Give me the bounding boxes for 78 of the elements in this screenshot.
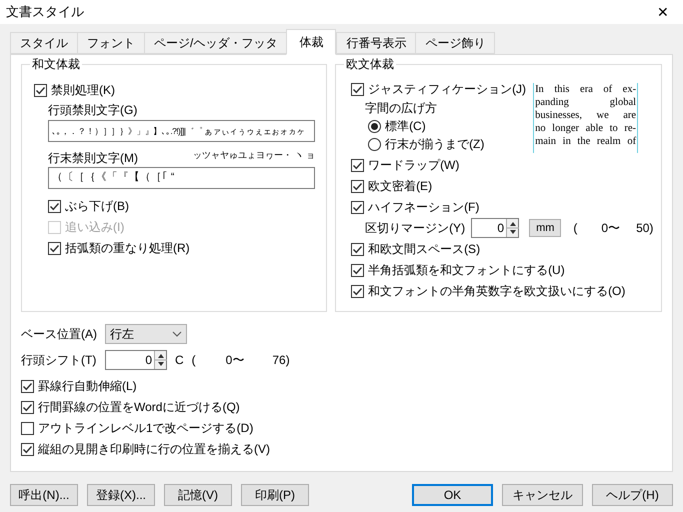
checkbox-label: ぶら下げ(B) <box>65 198 129 215</box>
unit-text: C <box>175 352 184 369</box>
checkbox-label: 括弧類の重なり処理(R) <box>65 240 190 257</box>
checkbox-label: 半角括弧類を和文フォントにする(U) <box>368 262 565 279</box>
checkbox-label: 欧文密着(E) <box>368 178 432 195</box>
checkbox[interactable] <box>34 84 47 96</box>
preview-line: In this era of ex- <box>535 83 636 96</box>
range-text: 50) <box>636 220 654 237</box>
checkbox[interactable] <box>21 380 34 392</box>
checkbox-label: ワードラップ(W) <box>368 157 460 174</box>
spin-box[interactable]: 0 <box>471 218 520 238</box>
dialog-button[interactable]: 呼出(N)... <box>10 484 78 506</box>
preview-line: panding global <box>535 96 636 109</box>
checkbox[interactable] <box>48 242 61 254</box>
checkbox[interactable] <box>351 284 364 298</box>
field-label: 行頭シフト(T) <box>21 352 98 369</box>
dialog-button[interactable]: 印刷(P) <box>241 484 309 506</box>
checkbox-label: 和文フォントの半角英数字を欧文扱いにする(O) <box>368 283 626 300</box>
group-title: 欧文体裁 <box>344 57 396 71</box>
checkbox-label: 禁則処理(K) <box>51 82 115 99</box>
input-field[interactable]: （〔［｛《「『【（［｢ “ <box>48 167 315 189</box>
range-text: 0〜 <box>226 352 244 369</box>
radio-label: 行末が揃うまで(Z) <box>385 136 484 153</box>
preview-line: no longer able to re- <box>535 122 636 135</box>
group-title: 和文体裁 <box>30 57 82 71</box>
checkbox[interactable] <box>21 400 34 414</box>
checkbox[interactable] <box>351 264 364 276</box>
checkbox-label: ハイフネーション(F) <box>368 199 480 216</box>
field-label: 字間の広げ方 <box>365 100 438 117</box>
input-field[interactable]: ､｡，．？！）］］｝》」』】､｡.?!)]]|゛゜ ぁァぃィぅゥぇェぉォヵヶ <box>48 120 315 142</box>
checkbox[interactable] <box>21 442 34 456</box>
checkbox-label: 追い込み(I) <box>65 219 124 236</box>
tab[interactable]: ページ飾り <box>415 32 496 54</box>
tab[interactable]: フォント <box>77 32 144 54</box>
checkbox-label: 行間罫線の位置をWordに近づける(Q) <box>38 399 240 416</box>
spin-arrows-icon[interactable] <box>154 351 166 369</box>
checkbox[interactable] <box>48 200 61 212</box>
field-label: ベース位置(A) <box>21 326 98 343</box>
checkbox-label: 罫線行自動伸縮(L) <box>38 378 137 395</box>
checkbox-label: ジャスティフィケーション(J) <box>368 81 526 98</box>
spin-box[interactable]: 0 <box>105 350 167 370</box>
checkbox[interactable] <box>351 200 364 214</box>
checkbox[interactable] <box>21 422 34 434</box>
preview-line: businesses, we are <box>535 109 636 122</box>
chevron-icon <box>172 331 182 337</box>
tab[interactable]: 体裁 <box>286 29 336 55</box>
checkbox[interactable] <box>351 158 364 172</box>
overflow-text: ッツャヤゅユょヨヮー・ ヽ ョ <box>192 149 315 162</box>
checkbox-label: 和欧文間スペース(S) <box>368 241 480 258</box>
dropdown[interactable]: 行左 <box>105 324 187 344</box>
field-label: 区切りマージン(Y) <box>365 220 466 237</box>
radio-label: 標準(C) <box>385 118 426 135</box>
checkbox-label: アウトラインレベル1で改ページする(D) <box>38 420 254 437</box>
tab[interactable]: スタイル <box>10 32 77 54</box>
preview-line: main in the realm of <box>535 135 636 148</box>
spin-arrows-icon[interactable] <box>506 219 518 237</box>
dialog-button[interactable]: 登録(X)... <box>87 484 155 506</box>
tab[interactable]: 行番号表示 <box>336 32 416 54</box>
range-text: 0〜 <box>601 220 620 237</box>
checkbox[interactable] <box>351 242 364 256</box>
field-label: 行末禁則文字(M) <box>48 150 138 166</box>
range-text: ( <box>573 220 578 237</box>
checkbox-label: 縦組の見開き印刷時に行の位置を揃える(V) <box>38 441 270 458</box>
unit-button[interactable]: mm <box>529 219 562 237</box>
range-text: ( <box>192 352 196 369</box>
close-button[interactable]: ✕ <box>653 2 673 22</box>
checkbox[interactable] <box>351 82 364 96</box>
checkbox[interactable] <box>351 180 364 192</box>
dialog-button[interactable]: ヘルプ(H) <box>592 484 673 506</box>
tab[interactable]: ページ/ヘッダ・フッタ <box>144 32 286 54</box>
dialog-button[interactable]: キャンセル <box>502 484 583 506</box>
dialog-button[interactable]: 記憶(V) <box>164 484 232 506</box>
window-title: 文書スタイル <box>6 3 84 22</box>
range-text: 76) <box>272 352 290 369</box>
field-label: 行頭禁則文字(G) <box>48 102 138 118</box>
radio-button[interactable] <box>368 138 382 150</box>
radio-button[interactable] <box>368 120 382 132</box>
dialog-button[interactable]: OK <box>412 484 493 506</box>
